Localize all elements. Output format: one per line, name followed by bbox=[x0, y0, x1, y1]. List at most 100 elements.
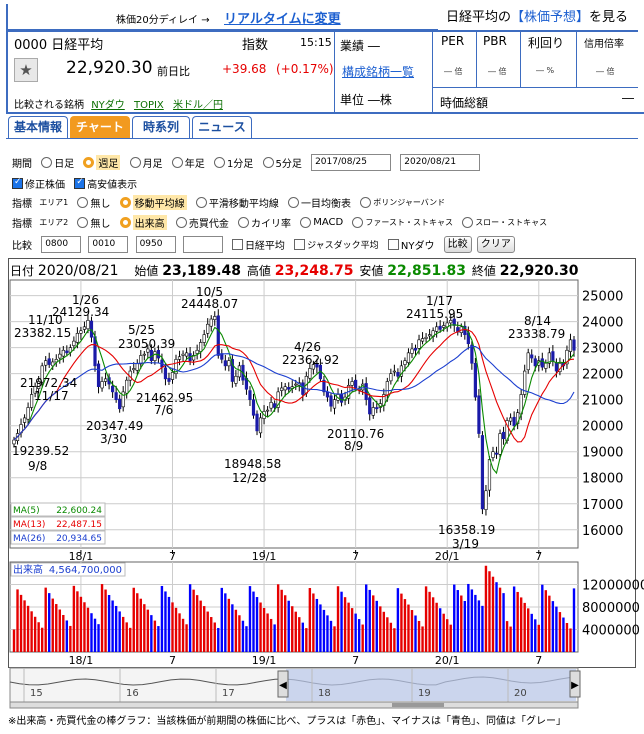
y-tick-label: 21000 bbox=[582, 394, 623, 409]
price-annotation: 8/14 bbox=[524, 314, 551, 328]
volume-bar bbox=[421, 626, 424, 652]
volume-bar bbox=[241, 620, 245, 652]
candle-body bbox=[364, 383, 368, 400]
volume-bar bbox=[308, 588, 312, 652]
volume-bar bbox=[174, 607, 178, 652]
candle-body bbox=[72, 340, 76, 346]
volume-bar bbox=[111, 600, 114, 652]
candle-body bbox=[82, 326, 87, 330]
navigator-year-label: 19 bbox=[418, 688, 431, 699]
y-tick-label: 22000 bbox=[582, 368, 623, 383]
volume-bar bbox=[259, 602, 262, 652]
volume-bar bbox=[33, 616, 37, 652]
price-annotation: 8/9 bbox=[344, 439, 363, 453]
candle-body bbox=[89, 320, 94, 338]
candle-body bbox=[223, 360, 227, 367]
volume-bar bbox=[83, 602, 86, 652]
candle-body bbox=[181, 353, 185, 356]
candle-body bbox=[396, 372, 400, 377]
volume-bar bbox=[505, 621, 509, 652]
volume-bar bbox=[453, 584, 456, 652]
candle-body bbox=[86, 320, 90, 330]
candle-body bbox=[167, 377, 171, 382]
volume-bar bbox=[160, 585, 164, 652]
volume-bar bbox=[210, 617, 213, 652]
price-annotation: 5/25 bbox=[128, 323, 155, 337]
candle-body bbox=[142, 353, 146, 356]
candle-body bbox=[392, 370, 396, 373]
volume-x-tick-label: 7 bbox=[169, 654, 176, 667]
volume-bar bbox=[534, 619, 537, 652]
volume-bar bbox=[30, 611, 33, 652]
range-navigator[interactable]: ◀ ▶ 15 16 17 18 19 20 bbox=[9, 667, 581, 709]
volume-bar bbox=[438, 608, 442, 652]
price-annotation: 3/19 bbox=[452, 537, 479, 551]
volume-bar bbox=[562, 617, 565, 652]
candle-body bbox=[248, 390, 252, 400]
volume-bar bbox=[509, 626, 512, 652]
y-tick-label: 19000 bbox=[582, 446, 623, 461]
volume-bar bbox=[336, 586, 340, 652]
candle-body bbox=[125, 379, 129, 394]
candle-body bbox=[501, 431, 506, 440]
ma-legend-value: 20,934.65 bbox=[56, 534, 102, 544]
volume-bar bbox=[100, 584, 104, 652]
candle-body bbox=[65, 350, 69, 354]
volume-bar bbox=[365, 584, 368, 652]
candle-body bbox=[202, 334, 206, 343]
candle-body bbox=[551, 351, 555, 361]
candle-body bbox=[568, 339, 573, 352]
candle-body bbox=[509, 417, 513, 422]
volume-legend-value: 4,564,700,000 bbox=[49, 565, 122, 576]
volume-bar bbox=[541, 584, 544, 652]
volume-bar bbox=[164, 591, 167, 652]
volume-bar bbox=[44, 587, 47, 652]
volume-bar bbox=[460, 595, 463, 652]
price-annotation: 23382.15 bbox=[14, 326, 71, 340]
candle-body bbox=[61, 349, 65, 357]
volume-bar bbox=[16, 589, 19, 652]
candle-body bbox=[371, 407, 375, 416]
volume-bar bbox=[291, 606, 294, 652]
price-annotation: 7/6 bbox=[154, 403, 173, 417]
candle-body bbox=[269, 401, 273, 409]
candle-body bbox=[406, 352, 411, 363]
candle-body bbox=[491, 451, 495, 458]
price-annotation: 19239.52 bbox=[12, 444, 69, 458]
x-tick-label: 7 bbox=[535, 550, 542, 563]
price-annotation: 22362.92 bbox=[282, 353, 339, 367]
x-tick-label: 18/1 bbox=[69, 550, 94, 563]
volume-bar bbox=[107, 595, 111, 652]
candle-body bbox=[487, 459, 492, 491]
volume-bar bbox=[252, 591, 255, 652]
volume-bar bbox=[171, 602, 174, 652]
volume-bar bbox=[276, 584, 280, 652]
volume-bar bbox=[357, 619, 361, 652]
candle-body bbox=[206, 323, 210, 334]
candle-body bbox=[135, 362, 139, 371]
candle-body bbox=[540, 358, 544, 368]
volume-bar bbox=[58, 609, 61, 652]
candle-body bbox=[103, 378, 108, 382]
ma-legend-name: MA(26) bbox=[13, 534, 45, 544]
volume-bar bbox=[231, 604, 234, 652]
volume-bar bbox=[48, 593, 51, 652]
volume-bar bbox=[488, 571, 491, 652]
candle-body bbox=[375, 407, 379, 410]
volume-bar bbox=[467, 583, 470, 652]
volume-bar bbox=[157, 626, 160, 652]
volume-bar bbox=[37, 622, 40, 652]
candle-body bbox=[494, 452, 499, 455]
volume-bar bbox=[527, 608, 530, 652]
volume-bar bbox=[262, 607, 266, 652]
volume-bar bbox=[217, 627, 220, 652]
volume-bar bbox=[565, 623, 569, 652]
volume-bar bbox=[104, 589, 107, 652]
volume-bar bbox=[55, 604, 58, 652]
volume-bar bbox=[255, 597, 259, 652]
candle-body bbox=[530, 354, 534, 359]
volume-bar bbox=[23, 600, 26, 652]
volume-bar bbox=[555, 606, 558, 652]
volume-bar bbox=[463, 600, 467, 652]
volume-y-tick: 12000000 bbox=[582, 579, 644, 594]
